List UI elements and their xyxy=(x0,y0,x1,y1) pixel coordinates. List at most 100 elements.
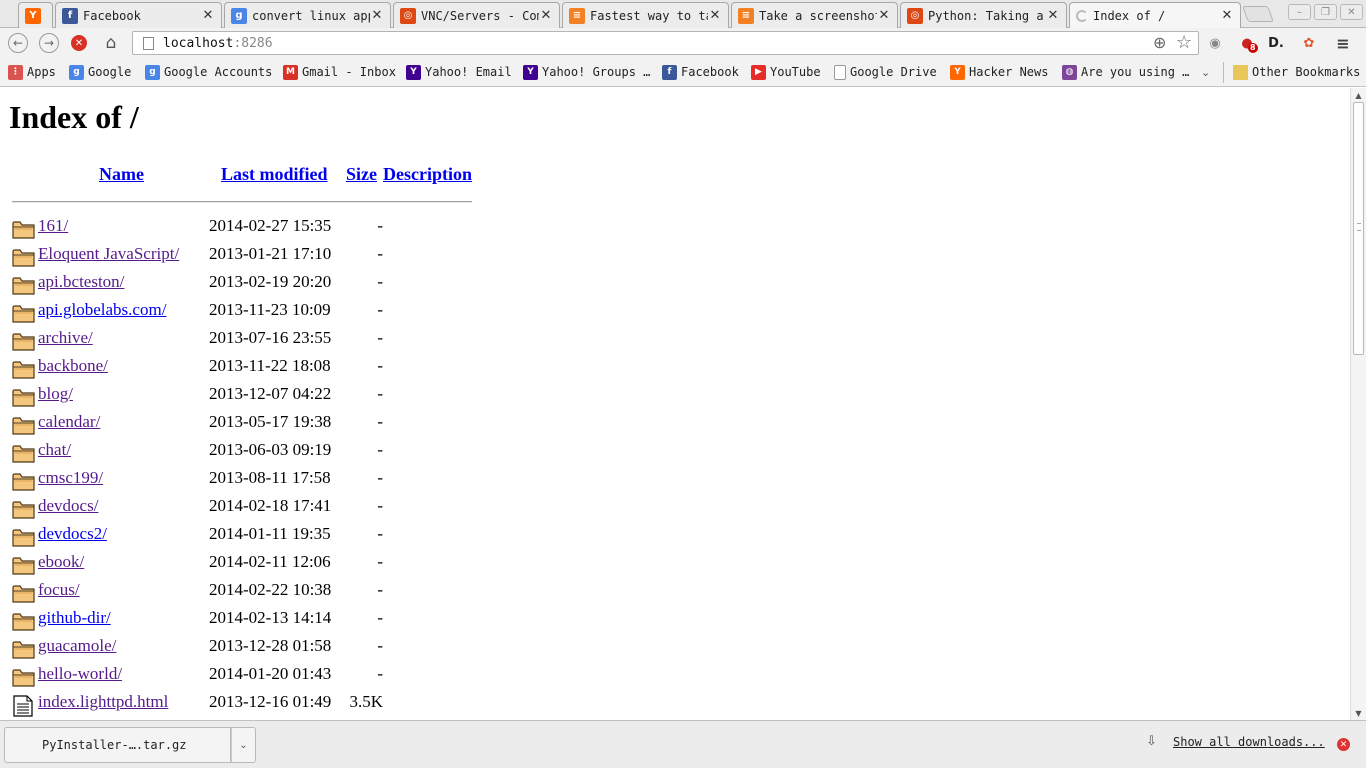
scrollbar-thumb[interactable] xyxy=(1353,102,1364,355)
forward-icon[interactable]: → xyxy=(39,33,59,53)
entry-link[interactable]: chat/ xyxy=(38,440,71,460)
column-header-size[interactable]: Size xyxy=(346,164,377,185)
tab-close-icon[interactable]: ✕ xyxy=(201,8,215,23)
entry-last-modified: 2013-11-23 10:09 xyxy=(209,300,331,319)
entry-link[interactable]: devdocs2/ xyxy=(38,524,107,544)
entry-link[interactable]: api.bcteston/ xyxy=(38,272,124,292)
entry-last-modified: 2013-02-19 20:20 xyxy=(209,272,332,291)
stop-icon[interactable]: ✕ xyxy=(71,35,87,51)
stackoverflow-icon: ≡ xyxy=(569,7,585,24)
google-icon: g xyxy=(145,64,160,80)
tab-close-icon[interactable]: ✕ xyxy=(1220,8,1234,23)
entry-size: - xyxy=(377,412,383,431)
entry-size: - xyxy=(377,608,383,627)
bookmark-google-accounts[interactable]: g Google Accounts xyxy=(145,63,272,81)
minimize-button[interactable]: – xyxy=(1288,4,1311,20)
entry-link[interactable]: backbone/ xyxy=(38,356,108,376)
entry-size: - xyxy=(377,300,383,319)
url-host: localhost xyxy=(163,35,234,51)
entry-link[interactable]: github-dir/ xyxy=(38,608,111,628)
d-extension-icon[interactable]: D. xyxy=(1266,33,1286,53)
loading-icon xyxy=(1076,9,1088,22)
column-header-name[interactable]: Name xyxy=(99,164,144,185)
entry-link[interactable]: guacamole/ xyxy=(38,636,116,656)
column-header-description[interactable]: Description xyxy=(383,164,472,185)
entry-link[interactable]: 161/ xyxy=(38,216,68,236)
entry-link[interactable]: cmsc199/ xyxy=(38,468,103,488)
directory-row: focus/2014-02-22 10:38 - xyxy=(0,579,500,607)
entry-link[interactable]: devdocs/ xyxy=(38,496,98,516)
notification-extension-icon[interactable]: ● 8 xyxy=(1237,33,1258,53)
globe-extension-icon[interactable]: ◉ xyxy=(1205,33,1225,53)
entry-link[interactable]: blog/ xyxy=(38,384,73,404)
tab-3[interactable]: ◎ VNC/Servers - Com ✕ xyxy=(393,2,560,28)
back-icon[interactable]: ← xyxy=(8,33,28,53)
entry-last-modified: 2014-01-11 19:35 xyxy=(209,524,331,543)
new-tab-button[interactable] xyxy=(1242,6,1274,22)
entry-link[interactable]: Eloquent JavaScript/ xyxy=(38,244,179,264)
bookmark-are-you-using[interactable]: ◍ Are you using … xyxy=(1062,63,1189,81)
maximize-button[interactable]: ❐ xyxy=(1314,4,1337,20)
bookmark-yahoo-email[interactable]: Y Yahoo! Email xyxy=(406,63,512,81)
scroll-down-arrow[interactable]: ▼ xyxy=(1351,706,1366,720)
folder-icon xyxy=(12,443,35,463)
folder-icon xyxy=(12,471,35,491)
entry-link[interactable]: index.lighttpd.html xyxy=(38,692,168,712)
directory-row: cmsc199/2013-08-11 17:58 - xyxy=(0,467,500,495)
entry-link[interactable]: ebook/ xyxy=(38,552,84,572)
folder-icon xyxy=(12,219,35,239)
tab-7[interactable]: Index of / ✕ xyxy=(1069,2,1241,28)
bookmark-yahoo-groups[interactable]: Y Yahoo! Groups … xyxy=(523,63,650,81)
tab-close-icon[interactable]: ✕ xyxy=(708,8,722,23)
bookmark-gmail-inbox[interactable]: M Gmail - Inbox xyxy=(283,63,396,81)
folder-icon xyxy=(12,667,35,687)
entry-link[interactable]: calendar/ xyxy=(38,412,100,432)
bookmark-youtube[interactable]: ▶ YouTube xyxy=(751,63,821,81)
folder-icon xyxy=(12,583,35,603)
entry-link[interactable]: focus/ xyxy=(38,580,80,600)
bookmark-label: Are you using … xyxy=(1081,65,1190,79)
bookmark-google-drive[interactable]: Google Drive xyxy=(834,63,937,81)
vertical-scrollbar[interactable]: ▲ ▼ xyxy=(1350,88,1366,720)
bookmark-apps[interactable]: ⋮ Apps xyxy=(8,63,56,81)
download-item[interactable]: PyInstaller-….tar.gz xyxy=(4,727,231,763)
bookmark-label: Hacker News xyxy=(969,65,1049,79)
tab-close-icon[interactable]: ✕ xyxy=(539,8,553,23)
close-window-button[interactable]: ✕ xyxy=(1340,4,1363,20)
bookmark-facebook[interactable]: f Facebook xyxy=(662,63,739,81)
zoom-icon[interactable]: ⊕ xyxy=(1153,33,1166,52)
download-item-menu[interactable]: ⌄ xyxy=(231,727,256,763)
column-header-last-modified[interactable]: Last modified xyxy=(221,164,328,185)
tab-6[interactable]: ◎ Python: Taking a ✕ xyxy=(900,2,1067,28)
yahoo-icon: Y xyxy=(523,64,538,80)
bookmark-hacker-news[interactable]: Y Hacker News xyxy=(950,63,1048,81)
bookmark-star-icon[interactable]: ☆ xyxy=(1176,32,1192,53)
bookmark-label: Facebook xyxy=(681,65,739,79)
tab-0[interactable]: Y xyxy=(18,2,53,28)
scroll-up-arrow[interactable]: ▲ xyxy=(1351,88,1366,102)
entry-link[interactable]: api.globelabs.com/ xyxy=(38,300,166,320)
tab-close-icon[interactable]: ✕ xyxy=(1046,8,1060,23)
stackoverflow-icon: ≡ xyxy=(738,7,754,24)
bookmark-google[interactable]: g Google xyxy=(69,63,131,81)
chevron-down-icon[interactable]: ⌄ xyxy=(1201,63,1210,81)
tab-5[interactable]: ≡ Take a screenshot ✕ xyxy=(731,2,898,28)
directory-row: devdocs2/2014-01-11 19:35 - xyxy=(0,523,500,551)
entry-link[interactable]: archive/ xyxy=(38,328,93,348)
entry-link[interactable]: hello-world/ xyxy=(38,664,122,684)
address-bar[interactable]: localhost:8286 ⊕ ☆ xyxy=(132,31,1199,55)
other-bookmarks[interactable]: Other Bookmarks xyxy=(1233,63,1360,81)
tab-close-icon[interactable]: ✕ xyxy=(877,8,891,23)
entry-size: - xyxy=(377,440,383,459)
tab-1[interactable]: f Facebook ✕ xyxy=(55,2,222,28)
folder-icon xyxy=(12,639,35,659)
tab-4[interactable]: ≡ Fastest way to ta ✕ xyxy=(562,2,729,28)
menu-icon[interactable]: ≡ xyxy=(1333,33,1353,53)
home-icon[interactable]: ⌂ xyxy=(101,33,121,53)
close-icon[interactable]: ✕ xyxy=(1337,738,1350,751)
tab-close-icon[interactable]: ✕ xyxy=(370,8,384,23)
show-all-downloads-link[interactable]: Show all downloads... xyxy=(1173,735,1325,749)
tab-2[interactable]: g convert linux app ✕ xyxy=(224,2,391,28)
wunderlist-extension-icon[interactable]: ✿ xyxy=(1299,33,1319,53)
tab-title: Take a screenshot xyxy=(759,8,877,23)
